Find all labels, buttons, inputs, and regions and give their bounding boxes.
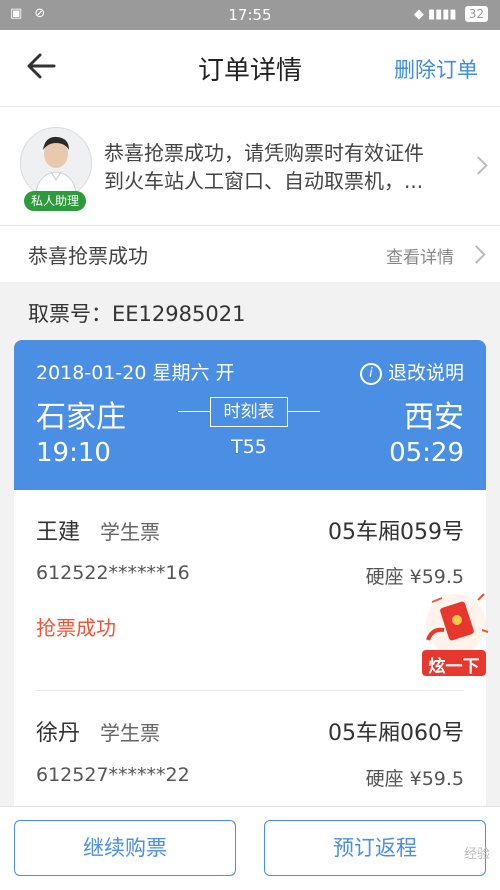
passenger-name: 徐丹: [36, 721, 81, 746]
info-icon: i: [359, 363, 382, 385]
signal-icons: ◆ ▮▮▮▮ 32: [414, 6, 488, 22]
book-return-button[interactable]: 预订返程: [264, 820, 486, 876]
delete-order-button[interactable]: 删除订单: [394, 54, 478, 84]
chevron-right-icon: [469, 156, 488, 175]
route-line-left: [178, 411, 210, 412]
refund-label: 退改说明: [387, 362, 464, 384]
assistant-message-line1: 恭喜抢票成功，请凭购票时有效证件: [104, 141, 424, 165]
id-number: 612522******16: [36, 562, 190, 584]
ticket-header: 2018-01-20 星期六 开 i 退改说明 石家庄 西安 时刻表 T55 19…: [14, 340, 486, 490]
train-number: T55: [231, 436, 267, 458]
ticket-type: 学生票: [100, 721, 160, 745]
to-station: 西安: [404, 400, 464, 435]
id-number: 612527******22: [36, 764, 190, 786]
assistant-avatar: [20, 127, 92, 199]
battery-icon: 32: [464, 6, 488, 22]
seat-number: 05车厢060号: [328, 721, 464, 746]
seat-number: 05车厢059号: [328, 520, 464, 545]
passenger-list: 王建 学生票 05车厢059号 612522******16 硬座 ¥59.5 …: [14, 490, 486, 806]
promo-label: 炫一下: [428, 657, 480, 677]
departure-date: 2018-01-20 星期六 开: [36, 362, 235, 384]
view-details-link[interactable]: 查看详情: [386, 243, 454, 268]
nav-bar: 订单详情 删除订单: [0, 30, 500, 107]
seat-class-price: 硬座 ¥59.5: [365, 566, 464, 588]
schedule-button[interactable]: 时刻表: [210, 397, 288, 427]
passenger-name: 王建: [36, 520, 81, 545]
watermark: 经验: [463, 847, 490, 862]
person-icon: [21, 128, 91, 198]
success-row[interactable]: 恭喜抢票成功 查看详情: [0, 226, 500, 282]
seat-class-price: 硬座 ¥59.5: [365, 768, 464, 790]
assistant-card[interactable]: 私人助理 恭喜抢票成功，请凭购票时有效证件 到火车站人工窗口、自动取票机，...: [0, 107, 500, 226]
from-station: 石家庄: [36, 400, 126, 435]
wifi-icon: ◆: [413, 7, 424, 22]
continue-buying-button[interactable]: 继续购票: [14, 820, 236, 876]
ticket-type: 学生票: [100, 520, 160, 544]
success-label: 恭喜抢票成功: [28, 244, 148, 268]
assistant-badge: 私人助理: [24, 191, 86, 211]
share-promo-button[interactable]: 炫一下: [418, 590, 490, 682]
pickup-number: 取票号：EE12985021: [28, 302, 246, 326]
route-line-right: [288, 411, 320, 412]
booking-status: 抢票成功: [36, 616, 116, 640]
arrive-time: 05:29: [389, 438, 464, 468]
assistant-message: 恭喜抢票成功，请凭购票时有效证件 到火车站人工窗口、自动取票机，...: [104, 139, 464, 195]
divider: [36, 690, 464, 691]
refund-info-button[interactable]: i 退改说明: [359, 358, 464, 385]
chevron-right-icon: [467, 245, 486, 264]
assistant-message-line2: 到火车站人工窗口、自动取票机，...: [104, 169, 424, 193]
signal-icon: ▮▮▮▮: [427, 7, 457, 22]
status-bar: ▣ ⊘ 17:55 ◆ ▮▮▮▮ 32: [0, 0, 500, 30]
bottom-action-bar: 继续购票 预订返程 经验: [0, 806, 500, 890]
depart-time: 19:10: [36, 438, 111, 468]
